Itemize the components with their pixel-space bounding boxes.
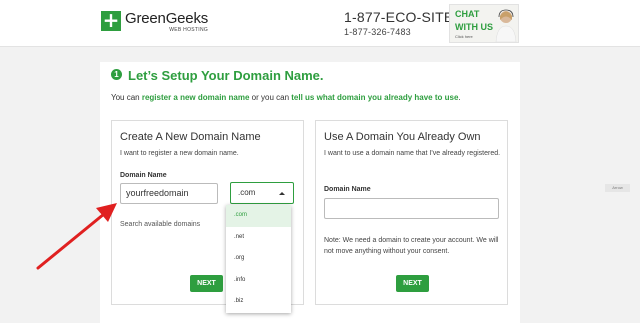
new-domain-description: I want to register a new domain name. — [120, 150, 239, 157]
existing-domain-next-button[interactable]: NEXT — [396, 275, 429, 292]
existing-domain-title: Use A Domain You Already Own — [324, 131, 481, 143]
page-title: Let’s Setup Your Domain Name. — [128, 68, 324, 83]
intro-text: You can register a new domain name or yo… — [111, 93, 461, 102]
search-available-domains: Search available domains — [120, 221, 201, 228]
new-domain-title: Create A New Domain Name — [120, 131, 261, 143]
tld-option-net[interactable]: .net — [226, 227, 291, 249]
tld-option-com[interactable]: .com — [226, 205, 291, 227]
existing-domain-input[interactable] — [324, 198, 499, 219]
caret-up-icon — [279, 192, 285, 195]
chat-with-us-button[interactable]: CHAT WITH US Click here — [449, 4, 519, 43]
tld-select[interactable]: .com — [230, 182, 294, 204]
logo-subtitle: WEB HOSTING — [169, 27, 209, 33]
register-new-domain-link[interactable]: register a new domain name — [142, 93, 250, 102]
phone-vanity[interactable]: 1-877-ECO-SITE — [344, 9, 453, 25]
new-domain-next-button[interactable]: NEXT — [190, 275, 223, 292]
plus-logo-icon: + — [101, 8, 121, 32]
tld-dropdown-list: .com .net .org .info .biz — [226, 205, 291, 313]
step-number-badge: 1 — [111, 69, 122, 80]
tld-option-org[interactable]: .org — [226, 248, 291, 270]
use-existing-domain-link[interactable]: tell us what domain you already have to … — [291, 93, 458, 102]
domain-setup-panel: 1 Let’s Setup Your Domain Name. You can … — [100, 62, 520, 323]
new-domain-input[interactable]: yourfreedomain — [120, 183, 218, 204]
tld-selected-value: .com — [238, 188, 256, 197]
chat-label: CHAT — [455, 9, 480, 19]
consent-note: Note: We need a domain to create your ac… — [324, 237, 499, 255]
domain-name-label: Domain Name — [120, 172, 167, 179]
logo-name: GreenGeeks — [125, 10, 209, 27]
existing-domain-description: I want to use a domain name that I've al… — [324, 150, 501, 157]
chat-click-here: Click here — [455, 34, 473, 39]
phone-number[interactable]: 1-877-326-7483 — [344, 27, 411, 37]
support-agent-icon — [495, 9, 517, 42]
tld-option-info[interactable]: .info — [226, 270, 291, 292]
existing-domain-card: Use A Domain You Already Own I want to u… — [315, 120, 508, 305]
existing-domain-name-label: Domain Name — [324, 186, 371, 193]
arrow-label: Arrow — [605, 184, 630, 192]
tld-option-biz[interactable]: .biz — [226, 291, 291, 313]
chat-label-2: WITH US — [455, 22, 493, 32]
site-header: + GreenGeeks WEB HOSTING 1-877-ECO-SITE … — [0, 0, 640, 47]
greengeeks-logo[interactable]: + GreenGeeks WEB HOSTING — [101, 8, 209, 33]
